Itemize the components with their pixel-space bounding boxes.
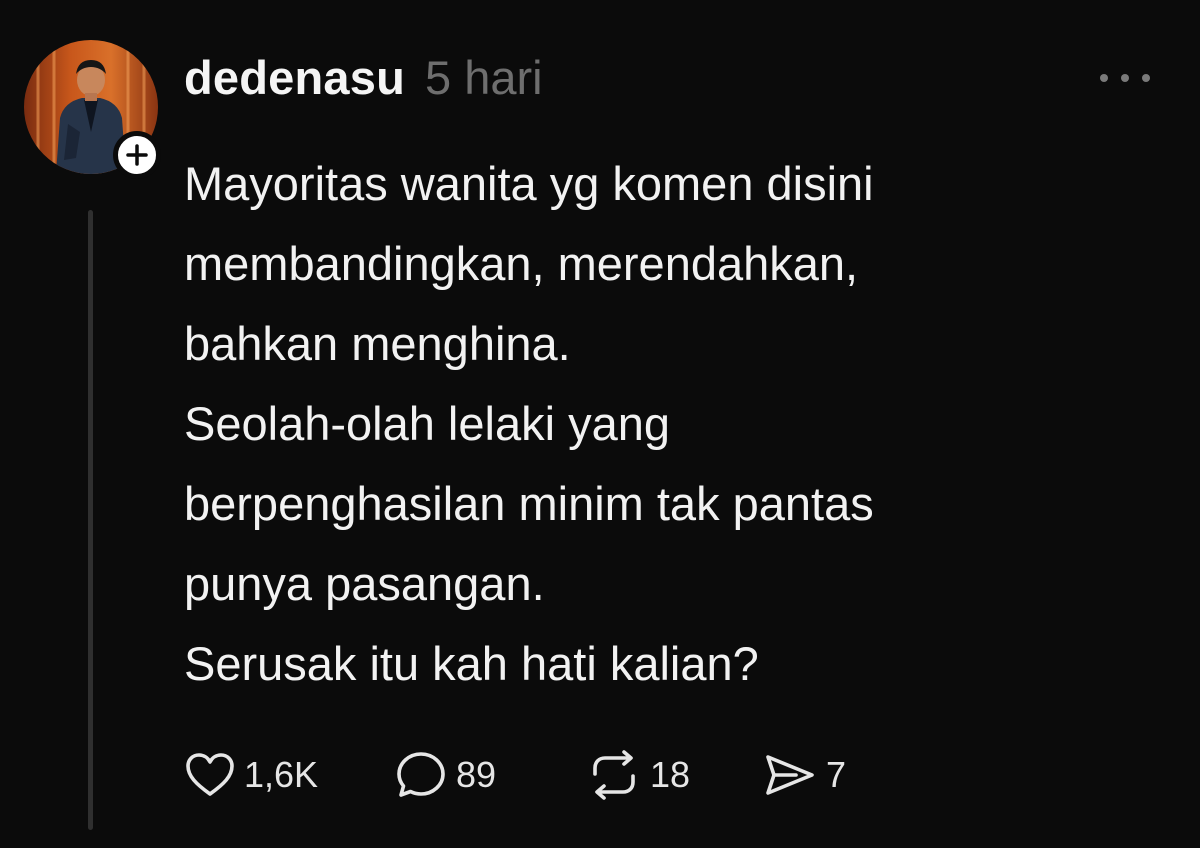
action-bar: 1,6K 89 18 7 — [184, 746, 846, 804]
plus-icon — [126, 144, 148, 166]
timestamp[interactable]: 5 hari — [425, 50, 543, 105]
repost-count: 18 — [650, 754, 691, 795]
thread-post: dedenasu 5 hari Mayoritas wanita yg kome… — [0, 0, 1200, 848]
post-text-line: berpenghasilan minim tak pantas — [184, 477, 874, 530]
repost-button[interactable]: 18 — [586, 750, 762, 800]
send-icon — [766, 755, 814, 795]
post-header: dedenasu 5 hari — [184, 50, 543, 110]
share-count: 7 — [826, 754, 847, 795]
reply-button[interactable]: 89 — [394, 750, 586, 800]
more-horizontal-icon — [1100, 74, 1108, 82]
repost-icon — [593, 750, 635, 800]
post-text-line: punya pasangan. — [184, 557, 545, 610]
share-button[interactable]: 7 — [762, 752, 846, 798]
reply-count: 89 — [456, 754, 497, 795]
post-text-line: Mayoritas wanita yg komen disini — [184, 157, 874, 210]
follow-button[interactable] — [113, 131, 161, 179]
username[interactable]: dedenasu — [184, 50, 405, 105]
post-text-line: Serusak itu kah hati kalian? — [184, 637, 759, 690]
comment-icon — [397, 752, 445, 797]
post-text-line: bahkan menghina. — [184, 317, 571, 370]
post-text: Mayoritas wanita yg komen disini memband… — [184, 144, 1084, 704]
more-horizontal-icon — [1142, 74, 1150, 82]
more-horizontal-icon — [1121, 74, 1129, 82]
post-text-line: Seolah-olah lelaki yang — [184, 397, 670, 450]
like-button[interactable]: 1,6K — [184, 752, 394, 798]
more-options-button[interactable] — [1100, 66, 1150, 90]
like-count: 1,6K — [244, 754, 319, 795]
thread-line — [88, 210, 93, 830]
heart-icon — [186, 753, 234, 796]
post-text-line: membandingkan, merendahkan, — [184, 237, 859, 290]
